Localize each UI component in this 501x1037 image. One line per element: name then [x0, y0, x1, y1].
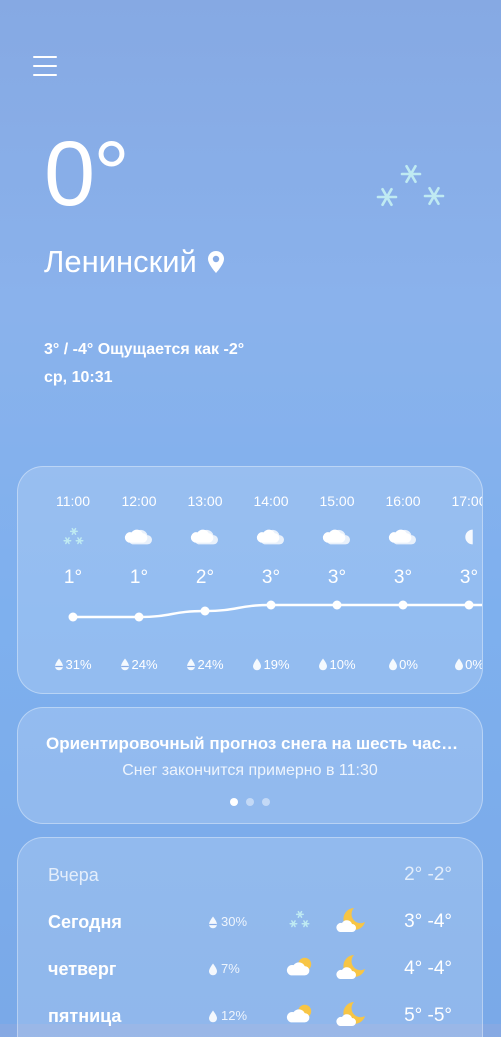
day-precip: 12%	[208, 1001, 247, 1031]
temperature-graph	[68, 600, 482, 622]
page-dot[interactable]	[262, 798, 270, 806]
location-pin-icon	[207, 251, 224, 273]
day-temps: 4° -4°	[404, 958, 452, 979]
daily-row[interactable]: Сегодня 30% 3° -4°	[18, 907, 482, 937]
hour-temp: 1°	[129, 567, 149, 588]
moon-cloud-icon	[336, 999, 368, 1036]
cloudy-icon	[172, 523, 238, 551]
hour-precip: 0%	[370, 657, 436, 672]
hour-time: 11:00	[56, 493, 90, 509]
cloudy-icon	[238, 523, 304, 551]
snow-icon	[286, 907, 312, 938]
temperature-point	[332, 600, 342, 610]
page-dot[interactable]	[246, 798, 254, 806]
hour-temp: 3°	[393, 567, 413, 588]
temperature-point	[134, 612, 144, 622]
hour-time: 12:00	[121, 493, 157, 509]
day-temps: 3° -4°	[404, 911, 452, 932]
day-precip: 30%	[208, 907, 247, 937]
hour-time: 14:00	[253, 493, 289, 509]
daily-row[interactable]: пятница 12% 5° -5°	[18, 1001, 482, 1031]
hour-temp: 3°	[261, 567, 281, 588]
day-temps: 2° -2°	[404, 864, 452, 885]
day-name: Сегодня	[48, 912, 122, 932]
snow-forecast-subtitle: Снег закончится примерно в 11:30	[122, 762, 378, 779]
sun-cloud-icon	[286, 1001, 316, 1032]
temperature-point	[266, 600, 276, 610]
day-name: пятница	[48, 1006, 122, 1026]
snowflakes-icon	[376, 164, 445, 207]
hour-temp: 3°	[459, 567, 479, 588]
location[interactable]: Ленинский	[44, 244, 225, 280]
snow-icon	[40, 523, 106, 551]
cloudy-icon	[370, 523, 436, 551]
hour-time: 15:00	[319, 493, 355, 509]
hour-precip: 24%	[106, 657, 172, 672]
page-dot[interactable]	[230, 798, 238, 806]
daily-row[interactable]: Вчера 2° -2°	[18, 860, 482, 890]
day-name: Вчера	[48, 865, 99, 885]
temperature-point	[200, 606, 210, 616]
page-indicator	[18, 798, 482, 806]
moon-cloud-icon	[336, 952, 368, 989]
snow-forecast-card[interactable]: Ориентировочный прогноз снега на шесть ч…	[17, 707, 483, 824]
moon-cloud-icon	[336, 905, 368, 942]
cloudy-icon	[106, 523, 172, 551]
day-temps: 5° -5°	[404, 1005, 452, 1026]
hour-precip: 24%	[172, 657, 238, 672]
snow-forecast-title: Ориентировочный прогноз снега на шесть ч…	[46, 734, 461, 753]
daily-row[interactable]: четверг 7% 4° -4°	[18, 954, 482, 984]
temperature-point	[464, 600, 474, 610]
partly-cloudy-icon	[436, 523, 482, 551]
sun-cloud-icon	[286, 954, 316, 985]
hour-temp: 2°	[195, 567, 215, 588]
temperature-point	[398, 600, 408, 610]
location-name: Ленинский	[44, 244, 197, 279]
hour-precip: 10%	[304, 657, 370, 672]
hour-precip: 0%	[436, 657, 482, 672]
temperature-point	[68, 612, 78, 622]
day-name: четверг	[48, 959, 117, 979]
hour-precip: 19%	[238, 657, 304, 672]
date-time: ср, 10:31	[44, 369, 113, 386]
day-precip: 7%	[208, 954, 240, 984]
hour-time: 13:00	[187, 493, 223, 509]
menu-button[interactable]	[33, 56, 57, 78]
hour-precip: 31%	[40, 657, 106, 672]
hour-time: 17:00	[451, 493, 482, 509]
cloudy-icon	[304, 523, 370, 551]
hour-time: 16:00	[385, 493, 421, 509]
hi-lo-feels: 3° / -4° Ощущается как -2°	[44, 341, 245, 358]
hour-temp: 1°	[63, 567, 83, 588]
hour-temp: 3°	[327, 567, 347, 588]
current-temperature: 0°	[44, 123, 130, 225]
weather-details: 3° / -4° Ощущается как -2° ср, 10:31	[44, 336, 244, 392]
hourly-forecast[interactable]: 11:00 1° 31% 12:00 1° 24% 13:00 2° 24% 14:00 3° 19%…	[17, 466, 483, 694]
temperature-line	[72, 603, 482, 619]
daily-forecast[interactable]: Вчера 2° -2° Сегодня 30% 3° -4° четверг 7% 4° -…	[17, 837, 483, 1037]
